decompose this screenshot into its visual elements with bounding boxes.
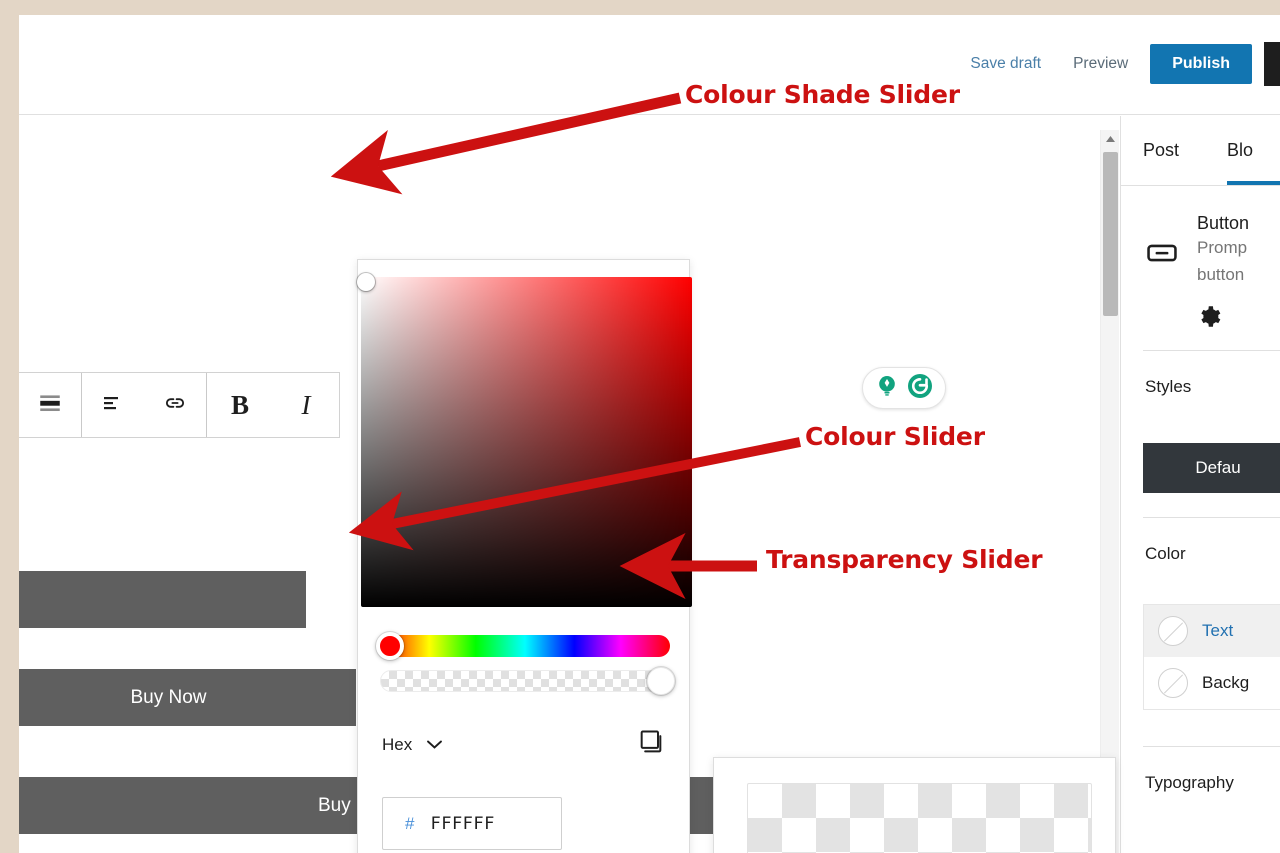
scroll-up-arrow-icon[interactable]: [1101, 130, 1120, 148]
lightbulb-icon[interactable]: [874, 373, 900, 404]
top-bar-actions: Save draft Preview Publish: [954, 42, 1280, 86]
annotation-colour-slider: Colour Slider: [805, 422, 985, 451]
current-color-preview: [747, 783, 1092, 853]
background-color-swatch-icon: [1158, 668, 1188, 699]
button-block-icon: [1145, 236, 1179, 270]
typography-title: Typography: [1145, 773, 1234, 793]
color-format-label: Hex: [382, 734, 413, 754]
hue-slider-handle[interactable]: [376, 632, 404, 660]
tab-post-label: Post: [1143, 140, 1180, 160]
color-row-text[interactable]: Text: [1144, 605, 1280, 658]
transparency-slider-handle[interactable]: [647, 667, 675, 695]
hex-input-value: FFFFFF: [430, 813, 495, 834]
canvas-scrollbar[interactable]: [1100, 130, 1119, 853]
italic-icon: I: [301, 389, 311, 420]
tab-block[interactable]: Blo: [1227, 116, 1280, 185]
block-title: Button: [1197, 213, 1250, 233]
transparency-slider[interactable]: [380, 667, 675, 695]
picker-controls: Hex: [382, 728, 665, 761]
preview-button-1[interactable]: [19, 571, 306, 628]
hex-input-field[interactable]: # FFFFFF: [382, 797, 562, 850]
theme-palette-popover: THEME: [713, 757, 1116, 853]
tab-post[interactable]: Post: [1143, 116, 1197, 185]
block-info-text: Button Promp button: [1197, 206, 1249, 288]
saturation-handle[interactable]: [357, 273, 375, 291]
scrollbar-thumb[interactable]: [1103, 152, 1118, 316]
toolbar-group-align-link: [82, 373, 207, 437]
color-format-select[interactable]: Hex: [382, 735, 443, 755]
settings-sidebar: Post Blo Button Promp button Styles Defa…: [1120, 116, 1280, 853]
typography-section: Typography: [1121, 747, 1280, 793]
publish-button[interactable]: Publish: [1150, 44, 1252, 84]
styles-section: Styles: [1121, 351, 1280, 443]
block-description-line2: button: [1197, 265, 1245, 285]
writing-assistant-pill[interactable]: [862, 367, 946, 409]
italic-button[interactable]: I: [273, 373, 339, 437]
hex-hash-prefix: #: [405, 813, 415, 833]
bold-button[interactable]: B: [207, 373, 273, 437]
align-button[interactable]: [82, 373, 144, 437]
color-section: Color: [1121, 518, 1280, 610]
settings-gear-row: [1121, 288, 1280, 350]
color-title: Color: [1145, 544, 1186, 564]
editor-content-area: Buy Now Buy Now B I Post Blo Button Prom…: [19, 116, 1280, 853]
chevron-down-icon: [426, 735, 443, 755]
hue-slider[interactable]: [376, 632, 670, 660]
color-row-background[interactable]: Backg: [1144, 657, 1280, 709]
styles-title: Styles: [1145, 377, 1192, 397]
annotation-transparency-slider: Transparency Slider: [766, 545, 1043, 574]
bold-icon: B: [230, 389, 249, 420]
color-row-text-label: Text: [1202, 621, 1234, 641]
refresh-circle-icon[interactable]: [905, 371, 935, 406]
block-toolbar: B I: [19, 372, 340, 438]
color-picker-popover: Hex # FFFFFF: [357, 259, 692, 853]
link-icon: [162, 390, 188, 421]
toolbar-group-block: [19, 373, 82, 437]
saturation-value-area[interactable]: [357, 273, 692, 607]
buttons-block-icon: [37, 390, 63, 421]
toolbar-group-format: B I: [207, 373, 339, 437]
copy-icon[interactable]: [637, 728, 665, 761]
tab-block-label: Blo: [1227, 140, 1254, 160]
text-color-swatch-icon: [1158, 616, 1188, 647]
editor-window: Save draft Preview Publish Buy Now Buy N…: [19, 15, 1280, 853]
block-info: Button Promp button: [1121, 186, 1280, 288]
picker-sliders: [376, 632, 675, 695]
preview-button-2[interactable]: Buy Now: [19, 669, 356, 726]
buttons-block-type-button[interactable]: [19, 373, 81, 437]
save-draft-button[interactable]: Save draft: [954, 50, 1057, 78]
more-options-button[interactable]: [1264, 42, 1280, 86]
preview-button[interactable]: Preview: [1057, 50, 1144, 78]
screenshot-root: Save draft Preview Publish Buy Now Buy N…: [0, 0, 1280, 853]
editor-top-bar: Save draft Preview Publish: [19, 15, 1280, 115]
gear-icon[interactable]: [1197, 304, 1222, 334]
link-button[interactable]: [144, 373, 206, 437]
annotation-colour-shade-slider: Colour Shade Slider: [685, 80, 960, 109]
style-default-button[interactable]: Defau: [1143, 443, 1280, 494]
color-options-list: Text Backg: [1143, 604, 1280, 711]
color-row-background-label: Backg: [1202, 673, 1250, 693]
block-description-line1: Promp: [1197, 238, 1248, 257]
sidebar-tabs: Post Blo: [1121, 116, 1280, 186]
align-left-icon: [101, 391, 125, 420]
